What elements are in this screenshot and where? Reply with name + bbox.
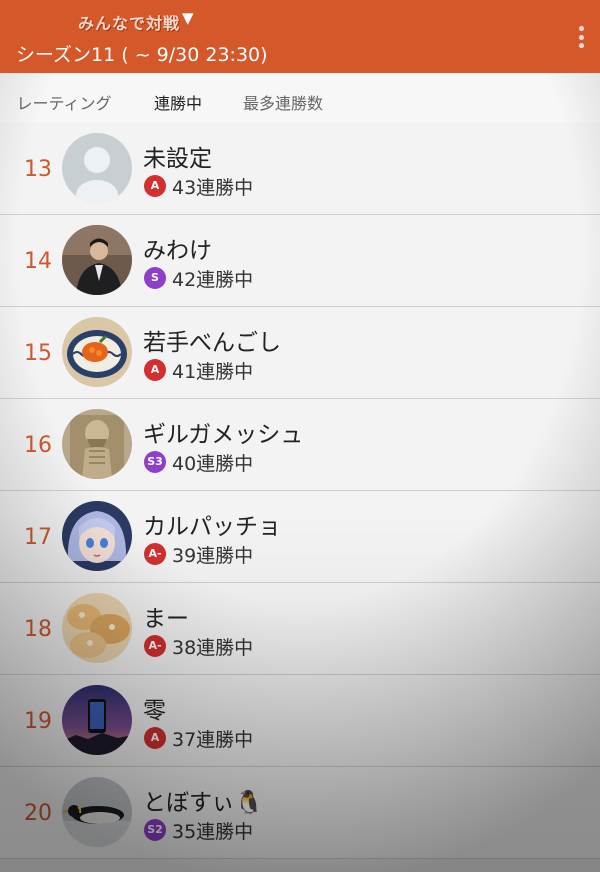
list-item[interactable]: 17 カルパッチョ A- 39連勝中 xyxy=(0,491,600,583)
avatar[interactable] xyxy=(62,501,132,571)
streak-count: 38連勝中 xyxy=(172,637,254,659)
avatar[interactable] xyxy=(62,593,132,663)
avatar[interactable] xyxy=(62,777,132,847)
rank-badge: A- xyxy=(144,635,166,657)
streak-count: 37連勝中 xyxy=(172,729,254,751)
avatar[interactable] xyxy=(62,317,132,387)
list-item[interactable]: 13 未設定 A 43連勝中 xyxy=(0,123,600,215)
rank-badge: A- xyxy=(144,543,166,565)
ranking-list: 13 未設定 A 43連勝中 14 みわけ S 42連勝中 15 若手べんごし … xyxy=(0,123,600,859)
player-name: 未設定 xyxy=(143,146,212,172)
avatar[interactable] xyxy=(62,685,132,755)
player-name: とぼすぃ🐧 xyxy=(143,790,264,816)
avatar[interactable] xyxy=(62,133,132,203)
rank-number: 18 xyxy=(24,617,52,642)
rank-number: 17 xyxy=(24,525,52,550)
streak-count: 40連勝中 xyxy=(172,453,254,475)
avatar[interactable] xyxy=(62,225,132,295)
list-item[interactable]: 19 零 A 37連勝中 xyxy=(0,675,600,767)
streak-count: 43連勝中 xyxy=(172,177,254,199)
rank-badge: A xyxy=(144,727,166,749)
rank-badge: S2 xyxy=(144,819,166,841)
rank-badge: A xyxy=(144,359,166,381)
game-mode-title[interactable]: みんなで対戦 xyxy=(78,10,180,34)
rank-number: 16 xyxy=(24,433,52,458)
rank-number: 13 xyxy=(24,157,52,182)
rank-number: 20 xyxy=(24,801,52,826)
rank-number: 19 xyxy=(24,709,52,734)
more-menu-icon[interactable] xyxy=(578,26,584,48)
avatar[interactable] xyxy=(62,409,132,479)
streak-count: 42連勝中 xyxy=(172,269,254,291)
list-item[interactable]: 14 みわけ S 42連勝中 xyxy=(0,215,600,307)
list-item[interactable]: 16 ギルガメッシュ S3 40連勝中 xyxy=(0,399,600,491)
streak-count: 35連勝中 xyxy=(172,821,254,843)
streak-count: 41連勝中 xyxy=(172,361,254,383)
rank-badge: S3 xyxy=(144,451,166,473)
player-name: 若手べんごし xyxy=(143,330,281,356)
player-name: まー xyxy=(143,606,189,632)
player-name: 零 xyxy=(143,698,166,724)
season-label: シーズン11 ( ~ 9/30 23:30) xyxy=(16,44,268,66)
rank-badge: A xyxy=(144,175,166,197)
list-item[interactable]: 15 若手べんごし A 41連勝中 xyxy=(0,307,600,399)
app-header: みんなで対戦 ▼ シーズン11 ( ~ 9/30 23:30) xyxy=(0,0,600,73)
rank-number: 14 xyxy=(24,249,52,274)
streak-count: 39連勝中 xyxy=(172,545,254,567)
rank-badge: S xyxy=(144,267,166,289)
rank-number: 15 xyxy=(24,341,52,366)
list-item[interactable]: 18 まー A- 38連勝中 xyxy=(0,583,600,675)
player-name: みわけ xyxy=(143,238,212,264)
list-item[interactable]: 20 とぼすぃ🐧 S2 35連勝中 xyxy=(0,767,600,859)
dropdown-caret-icon[interactable]: ▼ xyxy=(182,9,194,27)
player-name: ギルガメッシュ xyxy=(143,422,304,448)
player-name: カルパッチョ xyxy=(143,514,281,540)
